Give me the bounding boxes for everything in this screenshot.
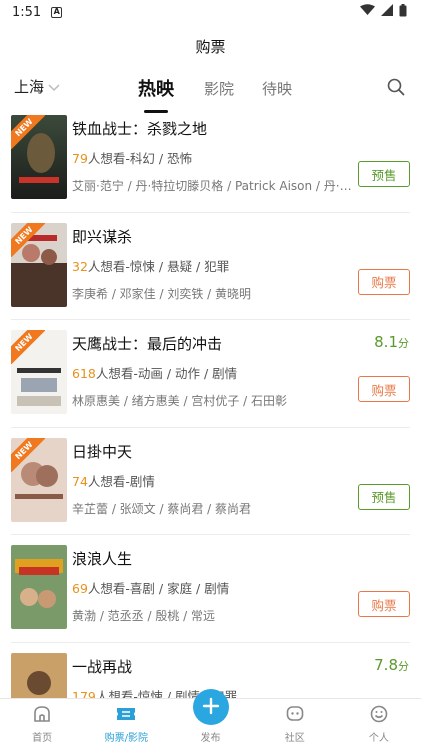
movie-poster[interactable]: NEW [11, 437, 67, 522]
status-bar: 1:51 A [0, 0, 421, 24]
page-title: 购票 [195, 37, 226, 56]
buy-ticket-button[interactable]: 购票 [358, 376, 410, 402]
home-icon [32, 704, 52, 727]
score-unit: 分 [398, 659, 409, 673]
new-badge: NEW [11, 437, 45, 472]
movie-poster[interactable]: NEW [11, 115, 67, 199]
signal-icon [381, 4, 393, 20]
chat-icon [285, 704, 305, 727]
movie-cast: 艾丽·范宁 / 丹·特拉切滕贝格 / Patrick Aison / 丹·特… [72, 179, 352, 193]
status-time: 1:51 [12, 4, 42, 20]
movie-poster[interactable]: NEW [11, 330, 67, 414]
plus-icon [202, 697, 220, 718]
nav-profile[interactable]: 个人 [337, 699, 421, 748]
nav-home-label: 首页 [32, 733, 53, 744]
nav-profile-label: 个人 [368, 733, 389, 744]
movie-item[interactable]: NEW 日掛中天 74人想看-剧情 辛芷蕾 / 张颂文 / 蔡尚君 / 蔡尚君 … [0, 428, 421, 535]
want-genres: 人想看-剧情 [87, 473, 155, 489]
new-badge: NEW [11, 115, 45, 149]
tab-cinemas[interactable]: 影院 [204, 78, 234, 99]
movie-title: 即兴谋杀 [72, 227, 133, 246]
want-count: 79 [72, 151, 88, 166]
smile-icon [369, 704, 389, 727]
search-icon[interactable] [387, 78, 405, 100]
new-badge: NEW [11, 222, 45, 257]
buy-ticket-button[interactable]: 购票 [358, 591, 410, 617]
wifi-icon [360, 4, 375, 20]
movie-title: 日掛中天 [72, 442, 133, 461]
presale-button[interactable]: 预售 [358, 161, 410, 187]
tab-bar: 热映 影院 待映 [138, 66, 320, 113]
notification-a-icon: A [51, 6, 63, 18]
movie-want-info: 74人想看-剧情 [72, 471, 155, 490]
movie-title: 天鹰战士：最后的冲击 [72, 335, 223, 353]
movie-cast: 黄渤 / 范丞丞 / 殷桃 / 常远 [72, 609, 216, 623]
want-count: 32 [72, 258, 88, 274]
battery-icon [399, 3, 407, 21]
movie-list: NEW 铁血战士：杀戮之地 79人想看-科幻 / 恐怖 艾丽·范宁 / 丹·特拉… [0, 105, 421, 748]
movie-want-info: 32人想看-惊悚 / 悬疑 / 犯罪 [72, 256, 229, 275]
city-selector[interactable]: 上海 [14, 76, 60, 97]
want-genres: 人想看-动画 / 动作 / 剧情 [95, 366, 238, 381]
want-count: 74 [72, 473, 88, 489]
movie-want-info: 618人想看-动画 / 动作 / 剧情 [72, 363, 237, 382]
movie-title: 铁血战士：杀戮之地 [72, 120, 208, 138]
publish-button[interactable] [192, 689, 229, 725]
chevron-down-icon [48, 78, 60, 96]
want-genres: 人想看-科幻 / 恐怖 [87, 151, 193, 166]
movie-score: 8.1分 [374, 333, 409, 351]
movie-cast: 林原惠美 / 绪方惠美 / 宫村优子 / 石田彰 [72, 394, 288, 408]
movie-want-info: 79人想看-科幻 / 恐怖 [72, 148, 192, 167]
nav-publish-label: 发布 [200, 733, 221, 744]
city-label: 上海 [14, 78, 45, 96]
nav-community-label: 社区 [284, 733, 305, 744]
movie-cast: 李庚希 / 邓家佳 / 刘奕铁 / 黄晓明 [72, 286, 252, 301]
movie-item[interactable]: NEW 铁血战士：杀戮之地 79人想看-科幻 / 恐怖 艾丽·范宁 / 丹·特拉… [0, 105, 421, 213]
score-unit: 分 [398, 337, 409, 350]
nav-tickets[interactable]: 购票/影院 [84, 699, 168, 748]
bottom-nav: 首页 购票/影院 发布 社区 个人 [0, 689, 421, 748]
score-value: 7.8 [374, 655, 398, 674]
want-count: 69 [72, 581, 88, 596]
tab-coming-soon[interactable]: 待映 [262, 78, 292, 99]
movie-poster[interactable] [11, 545, 67, 629]
movie-cast: 辛芷蕾 / 张颂文 / 蔡尚君 / 蔡尚君 [72, 501, 252, 516]
nav-home[interactable]: 首页 [0, 699, 84, 748]
nav-publish[interactable]: 发布 [168, 689, 252, 748]
score-value: 8.1 [374, 333, 398, 351]
movie-item[interactable]: NEW 天鹰战士：最后的冲击 8.1分 618人想看-动画 / 动作 / 剧情 … [0, 320, 421, 428]
new-badge: NEW [11, 330, 45, 364]
movie-want-info: 69人想看-喜剧 / 家庭 / 剧情 [72, 578, 229, 597]
presale-button[interactable]: 预售 [358, 483, 410, 510]
ticket-icon [115, 704, 137, 727]
movie-nav: 上海 热映 影院 待映 [0, 66, 421, 113]
nav-community[interactable]: 社区 [253, 699, 337, 748]
want-genres: 人想看-惊悚 / 悬疑 / 犯罪 [87, 258, 230, 274]
tab-now-showing[interactable]: 热映 [138, 75, 174, 113]
movie-title: 一战再战 [72, 657, 133, 676]
movie-score: 7.8分 [374, 656, 409, 674]
want-genres: 人想看-喜剧 / 家庭 / 剧情 [87, 581, 230, 596]
nav-tickets-label: 购票/影院 [104, 733, 148, 744]
buy-ticket-button[interactable]: 购票 [358, 268, 410, 295]
movie-item[interactable]: 浪浪人生 69人想看-喜剧 / 家庭 / 剧情 黄渤 / 范丞丞 / 殷桃 / … [0, 535, 421, 643]
movie-item[interactable]: NEW 即兴谋杀 32人想看-惊悚 / 悬疑 / 犯罪 李庚希 / 邓家佳 / … [0, 213, 421, 320]
movie-title: 浪浪人生 [72, 550, 133, 568]
want-count: 618 [72, 366, 96, 381]
movie-poster[interactable]: NEW [11, 222, 67, 307]
